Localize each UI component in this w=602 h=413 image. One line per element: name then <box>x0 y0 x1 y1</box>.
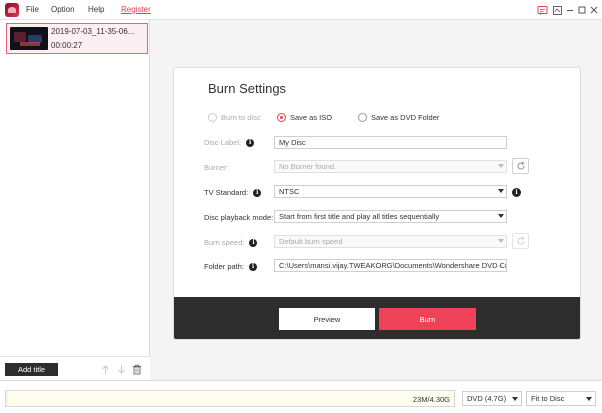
tv-standard-select[interactable]: NTSC <box>274 185 507 198</box>
chevron-down-icon <box>498 239 504 243</box>
playback-mode-label: Disc playback mode: <box>204 213 273 222</box>
burn-actions-bar: Preview Burn <box>174 297 580 339</box>
burn-speed-select[interactable]: Default burn speed <box>274 235 507 248</box>
info-icon[interactable]: i <box>253 188 262 197</box>
menu-help[interactable]: Help <box>88 5 104 14</box>
sidebar-toolbar: Add title <box>0 356 150 380</box>
burn-speed-label-text: Burn speed: <box>204 238 245 247</box>
arrow-down-icon[interactable] <box>115 362 127 376</box>
title-duration: 00:00:27 <box>51 41 83 50</box>
disc-type-select[interactable]: DVD (4.7G) <box>462 391 522 406</box>
menu-option[interactable]: Option <box>51 5 75 14</box>
chevron-down-icon <box>586 397 592 401</box>
chevron-down-icon <box>498 214 504 218</box>
save-as-dvd-folder-label: Save as DVD Folder <box>371 113 440 122</box>
title-list-sidebar: 2019-07-03_11-35-06... 00:00:27 Add titl… <box>0 20 150 380</box>
burn-to-disc-radio[interactable] <box>208 113 217 122</box>
burn-speed-label: Burn speed: i <box>204 238 258 247</box>
folder-path-label: Folder path: i <box>204 262 258 271</box>
title-list-item[interactable]: 2019-07-03_11-35-06... 00:00:27 <box>6 23 148 54</box>
video-thumbnail <box>10 27 48 50</box>
playback-mode-select[interactable]: Start from first title and play all titl… <box>274 210 507 223</box>
info-icon[interactable]: i <box>246 138 255 147</box>
burner-select[interactable]: No Burner found. <box>274 160 507 173</box>
browse-folder-button[interactable]: ··· <box>496 261 504 270</box>
disc-usage-text: 23M/4.30G <box>412 395 450 404</box>
save-as-dvd-folder-radio[interactable] <box>358 113 367 122</box>
tv-standard-select-value: NTSC <box>279 187 300 196</box>
feedback-icon[interactable] <box>550 3 564 17</box>
save-as-dvd-folder-option[interactable]: Save as DVD Folder <box>358 113 439 122</box>
panel-title: Burn Settings <box>208 81 287 96</box>
disc-usage-bar: 23M/4.30G <box>5 390 455 407</box>
tv-standard-label: TV Standard: i <box>204 188 262 197</box>
save-as-iso-radio[interactable] <box>277 113 286 122</box>
disc-usage-fill <box>6 391 9 406</box>
info-icon[interactable]: i <box>249 262 258 271</box>
refresh-icon <box>517 161 525 170</box>
disc-label-text: Disc Label: <box>204 138 242 147</box>
playback-mode-select-value: Start from first title and play all titl… <box>279 212 440 221</box>
chevron-down-icon <box>498 189 504 193</box>
playback-mode-label-text: Disc playback mode: <box>204 213 274 222</box>
info-icon[interactable]: i <box>512 188 521 197</box>
burner-select-value: No Burner found. <box>279 162 337 171</box>
title-name: 2019-07-03_11-35-06... <box>51 27 135 36</box>
chevron-down-icon <box>512 397 518 401</box>
burn-to-disc-option[interactable]: Burn to disc <box>208 113 261 122</box>
burn-to-disc-label: Burn to disc <box>221 113 261 122</box>
refresh-icon <box>517 236 525 245</box>
save-as-iso-option[interactable]: Save as ISO <box>277 113 332 122</box>
disc-type-value: DVD (4.7G) <box>467 394 507 403</box>
tv-standard-label-text: TV Standard: <box>204 188 249 197</box>
app-logo <box>5 3 19 17</box>
notification-icon[interactable] <box>535 3 549 17</box>
title-bar: File Option Help Register <box>0 0 602 20</box>
fit-to-disc-value: Fit to Disc <box>531 394 565 403</box>
burn-speed-refresh-button[interactable] <box>512 233 529 249</box>
burner-label-text: Burner: <box>204 163 229 172</box>
burn-speed-select-value: Default burn speed <box>279 237 343 246</box>
chevron-down-icon <box>498 164 504 168</box>
info-icon[interactable]: i <box>249 238 258 247</box>
refresh-burner-button[interactable] <box>512 158 529 174</box>
fit-to-disc-select[interactable]: Fit to Disc <box>526 391 596 406</box>
burner-label: Burner: <box>204 163 229 172</box>
save-as-iso-label: Save as ISO <box>290 113 333 122</box>
menu-file[interactable]: File <box>26 5 39 14</box>
preview-button[interactable]: Preview <box>279 308 375 330</box>
folder-path-value: C:\Users\mansi.vijay.TWEAKORG\Documents\… <box>279 261 507 270</box>
arrow-up-icon[interactable] <box>99 362 111 376</box>
folder-path-label-text: Folder path: <box>204 262 245 271</box>
disc-label-row-label: Disc Label: i <box>204 138 255 147</box>
menu-register[interactable]: Register <box>121 5 151 14</box>
trash-icon[interactable] <box>131 362 143 376</box>
disc-label-input[interactable]: My Disc <box>274 136 507 149</box>
burn-settings-panel: Burn Settings Burn to disc Save as ISO S… <box>173 67 581 340</box>
folder-path-input[interactable]: C:\Users\mansi.vijay.TWEAKORG\Documents\… <box>274 259 507 272</box>
status-bar: 23M/4.30G DVD (4.7G) Fit to Disc <box>0 380 602 413</box>
add-title-button[interactable]: Add title <box>5 363 58 376</box>
burn-button[interactable]: Burn <box>379 308 476 330</box>
close-icon[interactable] <box>587 3 601 17</box>
